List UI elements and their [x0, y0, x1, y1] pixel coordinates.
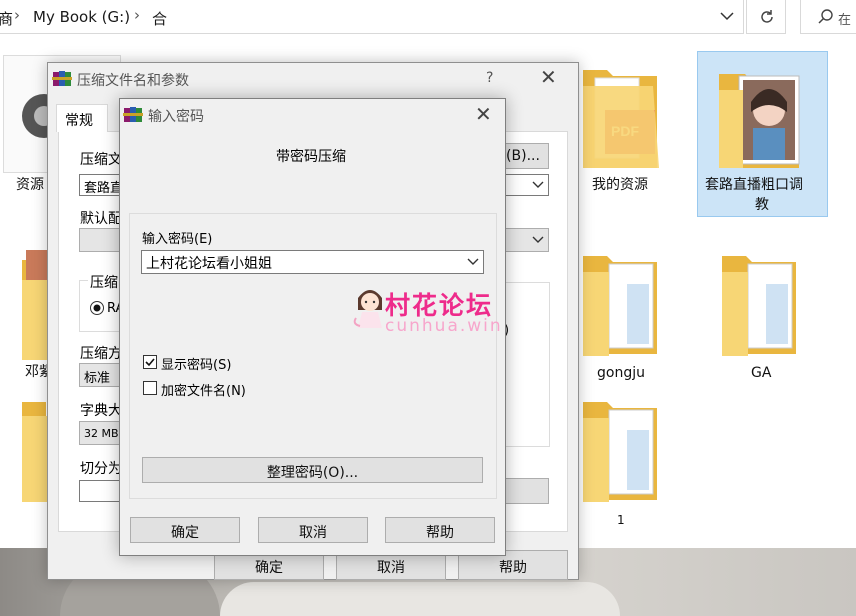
explorer-address-bar: 商 › My Book (G:) › 合 在: [0, 0, 856, 36]
tab-general[interactable]: 常规: [56, 104, 108, 132]
chevron-down-icon[interactable]: [466, 256, 480, 268]
cancel-label: 取消: [377, 560, 405, 576]
ok-label: 确定: [255, 560, 283, 576]
dictionary-value: 32 MB: [84, 427, 119, 440]
set-password-button-partial[interactable]: [505, 478, 549, 504]
folder-label-photo-line2[interactable]: 教: [755, 195, 769, 215]
chevron-down-icon[interactable]: [531, 179, 545, 191]
wallpaper-shape: [220, 582, 620, 616]
folder-label-photo-line1[interactable]: 套路直播粗口调: [705, 175, 803, 195]
pdf-folder-icon[interactable]: PDF: [581, 66, 661, 168]
winrar-books-icon: [52, 71, 72, 86]
help-question-icon[interactable]: ?: [486, 70, 493, 86]
document-folder-icon[interactable]: [581, 400, 661, 502]
show-password-checkbox[interactable]: [143, 355, 157, 369]
label-method: 压缩方: [80, 346, 122, 362]
radio-selected-icon[interactable]: [89, 300, 105, 316]
method-value: 标准: [84, 371, 111, 386]
folder-label-partial[interactable]: 资源: [16, 175, 44, 195]
split-combobox[interactable]: [79, 480, 121, 502]
chevron-right-icon: ›: [14, 6, 20, 24]
search-placeholder: 在: [838, 13, 852, 28]
label-split: 切分为: [80, 461, 122, 477]
dialog-title: 压缩文件名和参数: [77, 73, 189, 89]
folder-label-ga[interactable]: GA: [751, 363, 771, 383]
cartoon-girl-logo: [353, 290, 382, 328]
chevron-down-icon[interactable]: [531, 234, 545, 246]
chevron-down-icon[interactable]: [718, 7, 736, 25]
encrypt-filenames-checkbox[interactable]: [143, 381, 157, 395]
help-label: 帮助: [426, 525, 454, 541]
search-icon: [818, 9, 833, 24]
browse-label: (B)...: [506, 148, 540, 164]
folder-label-gongju[interactable]: gongju: [597, 363, 645, 383]
label-archive-name: 压缩文: [80, 152, 122, 168]
tab-general-label: 常规: [65, 113, 93, 129]
cancel-label: 取消: [299, 525, 327, 541]
photo-folder-icon[interactable]: [717, 68, 805, 168]
organize-passwords-button[interactable]: 整理密码(O)...: [142, 457, 483, 483]
breadcrumb-drive[interactable]: My Book (G:): [33, 8, 130, 26]
ok-button[interactable]: 确定: [130, 517, 240, 543]
document-folder-icon[interactable]: [581, 254, 661, 356]
refresh-icon: [761, 10, 773, 23]
password-combobox[interactable]: 上村花论坛看小姐姐: [141, 250, 484, 274]
archive-name-value: 套路直: [84, 181, 124, 196]
winrar-books-icon: [123, 107, 143, 122]
password-value: 上村花论坛看小姐姐: [146, 256, 272, 272]
help-label: 帮助: [499, 560, 527, 576]
password-dialog-title: 输入密码: [148, 109, 204, 125]
breadcrumb-folder[interactable]: 合: [152, 8, 167, 29]
help-button[interactable]: 帮助: [385, 517, 495, 543]
organize-label: 整理密码(O)...: [266, 465, 359, 481]
checkmark-icon: [145, 358, 155, 367]
chevron-right-icon: ›: [134, 6, 140, 24]
close-icon[interactable]: ✕: [475, 104, 492, 124]
show-password-label[interactable]: 显示密码(S): [161, 354, 231, 373]
options-groupbox: [505, 282, 550, 447]
document-folder-icon[interactable]: [720, 254, 800, 356]
label-format: 压缩: [88, 272, 120, 292]
method-combobox[interactable]: 标准: [79, 363, 121, 387]
cancel-button[interactable]: 取消: [258, 517, 368, 543]
password-heading: 带密码压缩: [276, 149, 346, 165]
dictionary-combobox[interactable]: 32 MB: [79, 421, 121, 445]
close-icon[interactable]: ✕: [540, 67, 557, 87]
label-dictionary: 字典大: [80, 403, 122, 419]
refresh-button[interactable]: [746, 0, 786, 34]
label-default-profile: 默认配: [80, 211, 122, 227]
encrypt-filenames-label[interactable]: 加密文件名(N): [161, 380, 246, 399]
breadcrumb-partial[interactable]: 商: [0, 8, 13, 29]
folder-label-pdf[interactable]: 我的资源: [592, 175, 648, 195]
watermark-site: cunhua.win: [385, 316, 503, 336]
label-enter-password: 输入密码(E): [142, 232, 213, 247]
ok-label: 确定: [171, 525, 199, 541]
folder-label-1[interactable]: 1: [617, 510, 625, 530]
